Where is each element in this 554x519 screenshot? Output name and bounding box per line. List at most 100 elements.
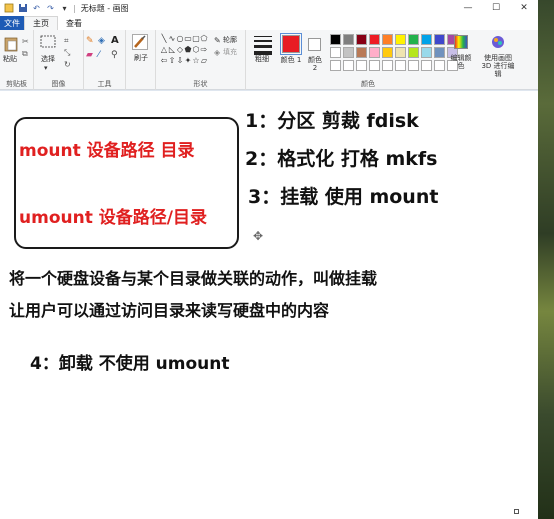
arrow-left-shape-icon[interactable]: ⇦ — [160, 56, 168, 65]
palette-color-swatch[interactable] — [356, 47, 367, 58]
line-shape-icon[interactable]: ╲ — [160, 34, 168, 43]
palette-color-swatch[interactable] — [408, 60, 419, 71]
umount-syntax-text: umount 设备路径/目录 — [19, 208, 207, 228]
window-title: 无标题 - 画图 — [80, 3, 129, 13]
palette-color-swatch[interactable] — [395, 60, 406, 71]
select-dropdown-icon[interactable]: ▾ — [44, 64, 48, 72]
palette-color-swatch[interactable] — [356, 60, 367, 71]
hexagon-shape-icon[interactable]: ⬡ — [192, 45, 200, 54]
palette-color-swatch[interactable] — [421, 60, 432, 71]
palette-color-swatch[interactable] — [421, 47, 432, 58]
pentagon-shape-icon[interactable]: ⬟ — [184, 45, 192, 54]
shapes-group-label: 形状 — [193, 80, 208, 88]
colors-group-label: 颜色 — [361, 80, 375, 88]
palette-color-swatch[interactable] — [382, 47, 393, 58]
outline-icon[interactable]: ✎ — [214, 35, 221, 46]
save-icon[interactable] — [17, 3, 28, 14]
rounded-rect-shape-icon[interactable]: ▢ — [192, 34, 200, 43]
step-format-text: 2：格式化 打格 mkfs — [245, 148, 438, 170]
resize-icon[interactable]: ⤡ — [64, 47, 70, 58]
curve-shape-icon[interactable]: ∿ — [168, 34, 176, 43]
diamond-shape-icon[interactable]: ◇ — [176, 45, 184, 54]
palette-color-swatch[interactable] — [369, 47, 380, 58]
rotate-icon[interactable]: ↻ — [64, 59, 71, 70]
palette-color-swatch[interactable] — [408, 34, 419, 45]
palette-color-swatch[interactable] — [330, 47, 341, 58]
color2-label[interactable]: 颜色 2 — [305, 56, 325, 72]
callout-shape-icon[interactable]: ▱ — [200, 56, 208, 65]
select-label: 选择 — [41, 55, 55, 63]
palette-color-swatch[interactable] — [421, 34, 432, 45]
palette-color-swatch[interactable] — [356, 34, 367, 45]
pencil-icon[interactable]: ✎ — [86, 36, 94, 47]
palette-color-swatch[interactable] — [369, 34, 380, 45]
palette-color-swatch[interactable] — [343, 60, 354, 71]
fill-shape-icon[interactable]: ◈ — [214, 47, 220, 58]
outline-label[interactable]: 轮廓 — [223, 36, 237, 44]
edit-colors-icon[interactable] — [454, 35, 468, 51]
arrow-up-shape-icon[interactable]: ⇧ — [168, 56, 176, 65]
arrow-down-shape-icon[interactable]: ⇩ — [176, 56, 184, 65]
palette-color-swatch[interactable] — [343, 34, 354, 45]
brush-icon[interactable] — [132, 34, 148, 52]
move-cursor-icon: ✥ — [253, 229, 264, 243]
edit-colors-label[interactable]: 编辑颜色 — [450, 54, 472, 70]
undo-icon[interactable]: ↶ — [31, 3, 42, 14]
oval-shape-icon[interactable]: ○ — [176, 34, 184, 43]
palette-color-swatch[interactable] — [382, 60, 393, 71]
rectangle-shape-icon[interactable]: ▭ — [184, 34, 192, 43]
tab-view[interactable]: 查看 — [58, 16, 90, 30]
color-palette — [330, 34, 458, 71]
triangle-shape-icon[interactable]: △ — [160, 45, 168, 54]
palette-color-swatch[interactable] — [434, 47, 445, 58]
text-icon[interactable]: A — [111, 35, 119, 46]
palette-color-swatch[interactable] — [395, 34, 406, 45]
palette-color-swatch[interactable] — [369, 60, 380, 71]
palette-color-swatch[interactable] — [330, 34, 341, 45]
star5-shape-icon[interactable]: ☆ — [192, 56, 200, 65]
palette-color-swatch[interactable] — [382, 34, 393, 45]
tools-group: ✎ ◈ A ▰ ⁄ ⚲ 工具 — [84, 30, 126, 90]
magnifier-icon[interactable]: ⚲ — [111, 50, 118, 61]
paste-icon[interactable] — [4, 36, 18, 54]
step-unmount-text: 4：卸载 不使用 umount — [30, 354, 230, 374]
maximize-button[interactable]: ☐ — [482, 0, 510, 16]
tab-home[interactable]: 主页 — [24, 16, 58, 30]
palette-color-swatch[interactable] — [434, 34, 445, 45]
redo-icon[interactable]: ↷ — [45, 3, 56, 14]
image-group-label: 图像 — [51, 80, 66, 88]
canvas-resize-handle[interactable] — [514, 509, 519, 514]
paint3d-label[interactable]: 使用画图 3D 进行编辑 — [478, 54, 518, 78]
fill-icon[interactable]: ◈ — [98, 36, 105, 47]
cut-icon[interactable]: ✂ — [22, 36, 29, 47]
arrow-right-shape-icon[interactable]: ⇨ — [200, 45, 208, 54]
title-separator: | — [73, 3, 76, 13]
colors-group: 颜色 1 颜色 2 编辑颜色 使用画图 3D 进行编辑 颜色 — [278, 30, 518, 90]
color1-swatch[interactable] — [280, 33, 302, 55]
copy-icon[interactable]: ⧉ — [22, 48, 28, 59]
customize-quick-access-icon[interactable]: ▾ — [59, 3, 70, 14]
palette-color-swatch[interactable] — [330, 60, 341, 71]
crop-icon[interactable]: ⌗ — [64, 35, 69, 46]
color2-swatch[interactable] — [308, 38, 321, 51]
shapes-gallery: ╲ ∿ ○ ▭ ▢ ⬠ △ ◺ ◇ ⬟ ⬡ ⇨ ⇦ ⇧ ⇩ ✦ ☆ ▱ — [160, 34, 208, 65]
shapes-group: ╲ ∿ ○ ▭ ▢ ⬠ △ ◺ ◇ ⬟ ⬡ ⇨ ⇦ ⇧ ⇩ ✦ ☆ ▱ ✎ 轮廓… — [156, 30, 246, 90]
palette-color-swatch[interactable] — [395, 47, 406, 58]
star4-shape-icon[interactable]: ✦ — [184, 56, 192, 65]
minimize-button[interactable]: — — [454, 0, 482, 16]
mount-description-line1: 将一个硬盘设备与某个目录做关联的动作，叫做挂载 — [9, 269, 378, 288]
right-triangle-shape-icon[interactable]: ◺ — [168, 45, 176, 54]
close-button[interactable]: ✕ — [510, 0, 538, 16]
paint3d-icon[interactable] — [491, 35, 505, 51]
select-icon[interactable] — [40, 35, 56, 50]
palette-color-swatch[interactable] — [343, 47, 354, 58]
color1-label[interactable]: 颜色 1 — [280, 56, 302, 64]
color-picker-icon[interactable]: ⁄ — [98, 50, 100, 61]
fill-label[interactable]: 填充 — [223, 48, 237, 56]
palette-color-swatch[interactable] — [434, 60, 445, 71]
eraser-icon[interactable]: ▰ — [86, 50, 93, 61]
polygon-shape-icon[interactable]: ⬠ — [200, 34, 208, 43]
title-bar: ↶ ↷ ▾ | 无标题 - 画图 — ☐ ✕ — [0, 0, 538, 16]
tab-file[interactable]: 文件 — [0, 16, 24, 30]
palette-color-swatch[interactable] — [408, 47, 419, 58]
